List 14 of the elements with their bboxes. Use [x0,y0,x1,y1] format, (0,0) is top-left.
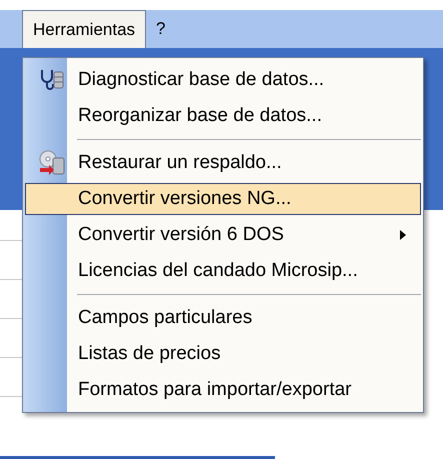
menu-item[interactable]: Restaurar un respaldo... [25,147,421,179]
menu-item[interactable]: Reorganizar base de datos... [25,100,421,132]
menu-item[interactable]: Convertir versión 6 DOS [25,219,421,251]
menu-item[interactable]: Licencias del candado Microsip... [25,255,421,287]
menu-item[interactable]: Campos particulares [25,302,421,334]
menu-item[interactable]: Listas de precios [25,338,421,370]
stethoscope-icon [39,68,65,92]
menu-item[interactable]: Formatos para importar/exportar [25,374,421,406]
menu-item[interactable]: Diagnosticar base de datos... [25,64,421,96]
menu-item[interactable]: Convertir versiones NG... [25,183,421,215]
submenu-arrow-icon [400,230,406,240]
disc-restore-icon [38,150,66,176]
menu-title[interactable]: Herramientas [22,10,146,48]
menu-title[interactable]: ? [146,10,176,48]
